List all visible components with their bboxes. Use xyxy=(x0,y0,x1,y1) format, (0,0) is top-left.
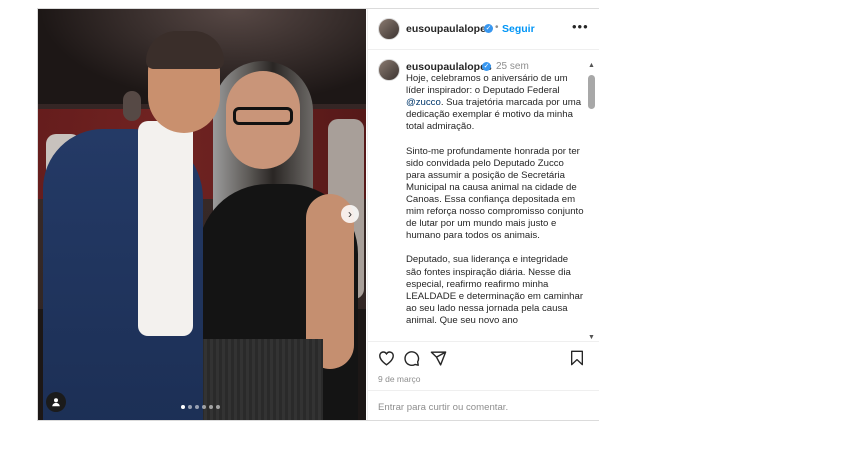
carousel-dot xyxy=(216,405,220,409)
carousel-dot xyxy=(209,405,213,409)
scrollbar-thumb[interactable] xyxy=(588,75,595,109)
scroll-up-icon[interactable]: ▲ xyxy=(588,62,595,69)
share-icon[interactable] xyxy=(429,349,447,367)
mention-link[interactable]: @zucco xyxy=(406,97,441,108)
carousel-dot xyxy=(188,405,192,409)
post-header: eusoupaulalopes ✓ • Seguir ••• xyxy=(368,9,599,50)
caption-rest: . Sua trajetória marcada por uma dedicaç… xyxy=(406,97,584,326)
photo-man-shirt xyxy=(138,121,193,336)
caption-area: eusoupaulalopes ✓ 25 sem Hoje, celebramo… xyxy=(368,50,599,341)
post-photo[interactable]: › xyxy=(38,9,366,420)
photo-man-hair xyxy=(146,31,224,69)
photo-woman-glasses xyxy=(233,107,293,125)
follow-button[interactable]: Seguir xyxy=(502,23,535,35)
login-to-comment-link[interactable]: Entrar para curtir ou comentar. xyxy=(378,402,508,413)
user-tag-icon[interactable] xyxy=(46,392,66,412)
photo-background-person xyxy=(123,91,141,121)
carousel-dot xyxy=(181,405,185,409)
comment-bar: Entrar para curtir ou comentar. xyxy=(368,390,599,421)
caption-username[interactable]: eusoupaulalopes xyxy=(406,61,492,73)
post-sidebar: eusoupaulalopes ✓ • Seguir ••• eusoupaul… xyxy=(367,9,599,420)
carousel-dot xyxy=(202,405,206,409)
verified-badge-icon: ✓ xyxy=(484,24,493,33)
scroll-down-icon[interactable]: ▼ xyxy=(588,334,595,341)
post-date[interactable]: 9 de março xyxy=(378,374,421,384)
header-separator: • xyxy=(495,22,499,33)
instagram-post: › eusoupaulalopes ✓ • Seguir ••• eusoupa… xyxy=(37,8,599,421)
avatar[interactable] xyxy=(378,59,400,81)
carousel-dot xyxy=(195,405,199,409)
carousel-indicator xyxy=(181,405,220,409)
header-username[interactable]: eusoupaulalopes xyxy=(406,23,492,35)
chevron-right-icon[interactable]: › xyxy=(341,205,359,223)
comment-icon[interactable] xyxy=(402,349,420,367)
bookmark-icon[interactable] xyxy=(568,349,586,367)
caption-text: Hoje, celebramos o aniversário de um líd… xyxy=(406,73,584,327)
caption-start: Hoje, celebramos o aniversário de um líd… xyxy=(406,73,568,97)
heart-icon[interactable] xyxy=(377,349,395,367)
more-options-icon[interactable]: ••• xyxy=(572,19,589,34)
avatar[interactable] xyxy=(378,18,400,40)
post-time-ago[interactable]: 25 sem xyxy=(496,61,529,72)
verified-badge-icon: ✓ xyxy=(482,62,491,71)
